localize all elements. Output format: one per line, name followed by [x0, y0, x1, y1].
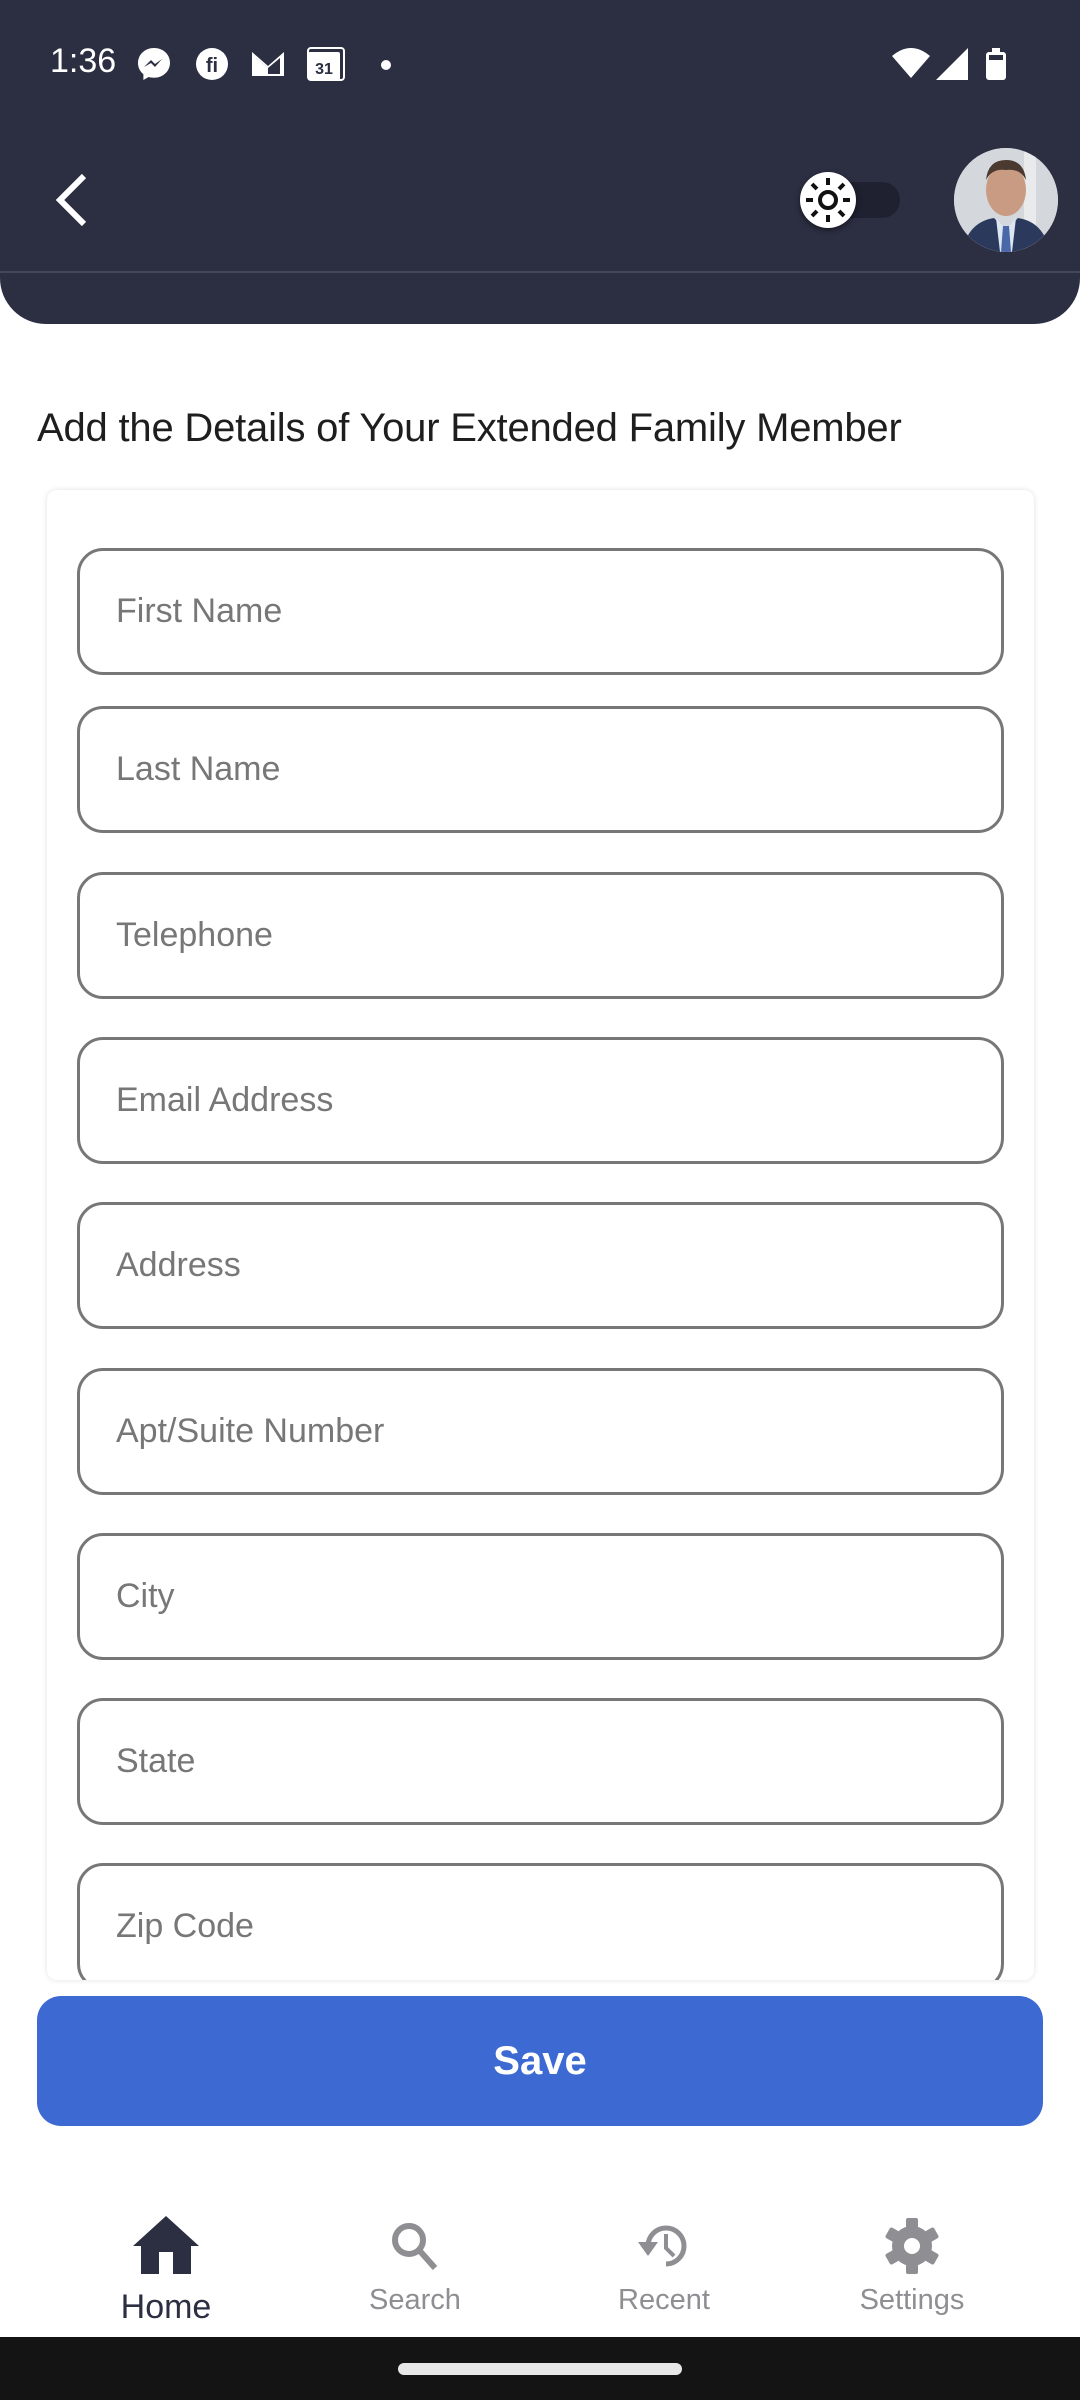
back-button[interactable] [40, 160, 104, 240]
city-input[interactable] [80, 1577, 1001, 1616]
nav-label-search: Search [369, 2284, 461, 2316]
status-time: 1:36 [50, 42, 117, 80]
last-name-field[interactable] [77, 706, 1004, 833]
battery-icon [984, 46, 1008, 82]
gmail-icon [250, 46, 286, 82]
home-icon [130, 2210, 202, 2282]
zip-code-field[interactable] [77, 1863, 1004, 1980]
first-name-field[interactable] [77, 548, 1004, 675]
apt-suite-number-input[interactable] [80, 1412, 1001, 1451]
home-indicator[interactable] [398, 2363, 682, 2375]
system-navigation-bar [0, 2337, 1080, 2400]
save-button[interactable]: Save [37, 1996, 1043, 2126]
fi-icon: fi [194, 46, 230, 82]
telephone-input[interactable] [80, 916, 1001, 955]
page-title: Add the Details of Your Extended Family … [37, 406, 902, 450]
chevron-left-icon [55, 173, 87, 227]
user-avatar[interactable] [954, 148, 1058, 252]
svg-text:fi: fi [206, 55, 218, 77]
nav-label-home: Home [120, 2288, 212, 2326]
address-input[interactable] [80, 1246, 1001, 1285]
nav-item-settings[interactable]: Settings [812, 2180, 1012, 2337]
apt-suite-number-field[interactable] [77, 1368, 1004, 1495]
avatar-photo [954, 148, 1058, 252]
nav-item-recent[interactable]: Recent [564, 2180, 764, 2337]
form-card [47, 490, 1034, 1980]
nav-label-recent: Recent [618, 2284, 710, 2316]
first-name-input[interactable] [80, 592, 1001, 631]
gear-icon [876, 2210, 948, 2282]
nav-label-settings: Settings [859, 2284, 965, 2316]
sun-icon [806, 178, 850, 222]
telephone-field[interactable] [77, 872, 1004, 999]
state-input[interactable] [80, 1742, 1001, 1781]
messenger-icon [136, 46, 172, 82]
signal-icon [934, 46, 970, 82]
wifi-icon [890, 46, 932, 82]
svg-text:31: 31 [315, 61, 333, 78]
calendar-icon: 31 [306, 46, 346, 82]
status-bar: 1:36 fi 31 [0, 0, 1080, 130]
nav-item-home[interactable]: Home [66, 2180, 266, 2337]
search-icon [379, 2210, 451, 2282]
history-icon [628, 2210, 700, 2282]
nav-item-search[interactable]: Search [315, 2180, 515, 2337]
zip-code-input[interactable] [80, 1907, 1001, 1946]
toggle-knob [800, 172, 856, 228]
theme-toggle[interactable] [800, 172, 902, 228]
email-address-field[interactable] [77, 1037, 1004, 1164]
email-address-input[interactable] [80, 1081, 1001, 1120]
header-divider [0, 271, 1080, 273]
last-name-input[interactable] [80, 750, 1001, 789]
dot-icon [376, 46, 396, 82]
city-field[interactable] [77, 1533, 1004, 1660]
address-field[interactable] [77, 1202, 1004, 1329]
bottom-nav: Home Search Recent Settings [0, 2180, 1080, 2337]
state-field[interactable] [77, 1698, 1004, 1825]
